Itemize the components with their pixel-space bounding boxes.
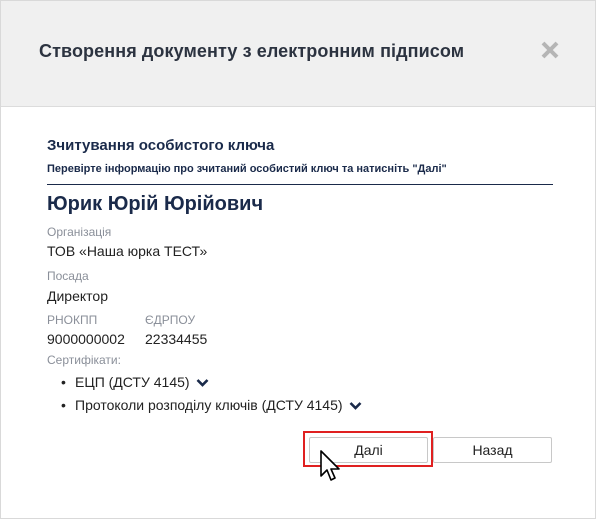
rnokpp-value: 9000000002 [47, 331, 125, 347]
position-value: Директор [47, 288, 108, 304]
organization-value: ТОВ «Наша юрка ТЕСТ» [47, 243, 208, 259]
section-title: Зчитування особистого ключа [47, 137, 275, 154]
organization-label: Організація [47, 225, 112, 239]
section-subtitle: Перевірте інформацію про зчитаний особис… [47, 163, 447, 175]
certificate-label: Протоколи розподілу ключів (ДСТУ 4145) [75, 397, 343, 413]
chevron-down-icon[interactable] [349, 397, 362, 415]
chevron-down-icon[interactable] [196, 374, 209, 392]
divider [47, 184, 553, 185]
rnokpp-label: РНОКПП [47, 313, 98, 327]
list-item: • ЕЦП (ДСТУ 4145) [61, 373, 362, 396]
edrpou-value: 22334455 [145, 331, 208, 347]
bullet: • [61, 397, 66, 413]
edrpou-label: ЄДРПОУ [145, 313, 196, 327]
certificate-label: ЕЦП (ДСТУ 4145) [75, 374, 190, 390]
position-label: Посада [47, 269, 89, 283]
dialog-header: Створення документу з електронним підпис… [1, 1, 595, 107]
signature-dialog: Створення документу з електронним підпис… [0, 0, 596, 519]
close-icon[interactable] [539, 39, 561, 61]
dialog-title: Створення документу з електронним підпис… [39, 41, 465, 61]
back-button[interactable]: Назад [433, 437, 552, 463]
list-item: • Протоколи розподілу ключів (ДСТУ 4145) [61, 396, 362, 419]
mouse-cursor-icon [320, 450, 344, 489]
bullet: • [61, 374, 66, 390]
certificates-list: • ЕЦП (ДСТУ 4145) • Протоколи розподілу … [61, 373, 362, 419]
certificates-label: Сертифікати: [47, 353, 121, 367]
key-owner-name: Юрик Юрій Юрійович [47, 193, 264, 215]
